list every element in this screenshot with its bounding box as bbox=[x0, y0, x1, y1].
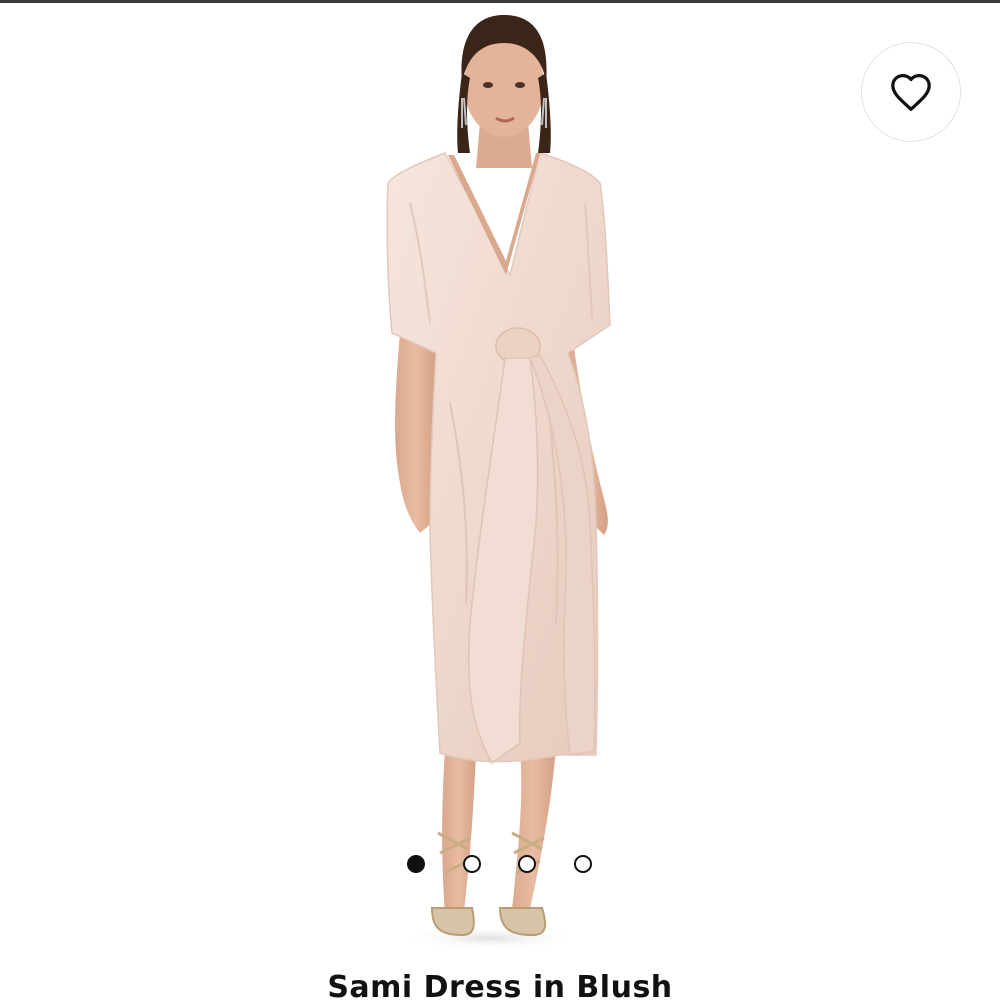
product-title: Sami Dress in Blush bbox=[327, 970, 673, 1000]
heart-icon bbox=[891, 74, 931, 111]
product-page: Sami Dress in Blush bbox=[0, 0, 1000, 1000]
gallery-dot-4[interactable] bbox=[574, 855, 592, 873]
product-image-gallery[interactable] bbox=[0, 3, 1000, 963]
gallery-pagination bbox=[405, 855, 595, 875]
gallery-dot-1[interactable] bbox=[407, 855, 425, 873]
product-photo bbox=[386, 15, 611, 950]
gallery-dot-2[interactable] bbox=[463, 855, 481, 873]
gallery-dot-3[interactable] bbox=[518, 855, 536, 873]
favorite-button[interactable] bbox=[861, 42, 961, 142]
